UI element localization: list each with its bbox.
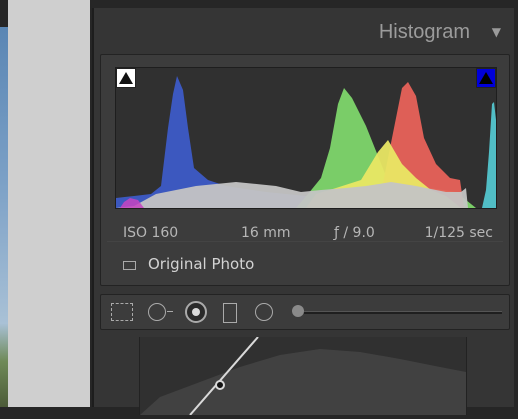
shutter-speed-value: 1/125 sec	[424, 225, 493, 241]
divider	[107, 241, 503, 242]
tone-curve-svg	[140, 336, 466, 416]
original-photo-label: Original Photo	[148, 255, 255, 273]
iso-value: ISO 160	[123, 225, 179, 241]
adjustment-brush-handle[interactable]	[292, 305, 304, 317]
tool-strip	[100, 294, 510, 330]
focal-length-value: 16 mm	[241, 225, 291, 241]
crop-overlay-icon[interactable]	[111, 303, 133, 321]
histogram-svg	[116, 76, 496, 208]
highlight-clipping-icon[interactable]	[476, 68, 496, 88]
tone-curve-point[interactable]	[215, 380, 225, 390]
cyan-highlight-area	[482, 102, 496, 208]
adjustment-brush-slider[interactable]	[304, 311, 502, 314]
histogram-graph[interactable]	[115, 67, 497, 209]
shadow-clipping-icon[interactable]	[116, 68, 136, 88]
collapse-triangle-icon[interactable]: ▼	[492, 25, 501, 39]
original-photo-icon[interactable]	[123, 261, 136, 270]
left-panel	[0, 0, 92, 407]
panel-title[interactable]: Histogram	[379, 21, 470, 44]
spot-removal-icon[interactable]	[148, 303, 173, 321]
tone-curve-preview	[139, 336, 467, 416]
graduated-filter-icon[interactable]	[223, 303, 237, 323]
photo-frame	[8, 0, 90, 407]
photo-preview-strip	[0, 27, 8, 407]
radial-filter-icon[interactable]	[255, 303, 273, 321]
red-eye-icon[interactable]	[185, 301, 207, 323]
histogram-box: ISO 160 16 mm ƒ / 9.0 1/125 sec Original…	[100, 54, 510, 286]
tone-curve-histogram	[140, 349, 466, 415]
aperture-value: ƒ / 9.0	[334, 225, 375, 241]
histogram-panel: Histogram ▼ ISO 160 16 mm ƒ / 9.0 1/125 …	[92, 8, 514, 416]
